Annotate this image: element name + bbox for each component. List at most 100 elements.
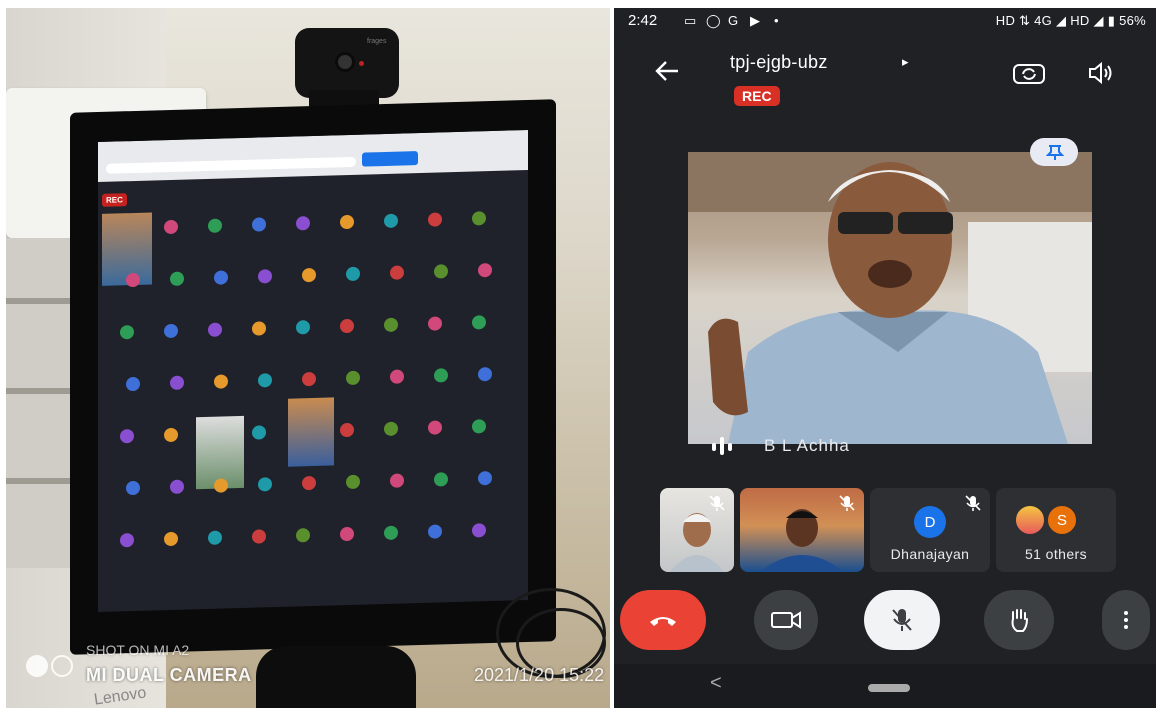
camera-icon xyxy=(771,611,801,629)
webcam-lens xyxy=(335,52,355,72)
monitor-screen: REC xyxy=(98,129,528,613)
speaker-icon[interactable] xyxy=(1086,60,1118,88)
participant-avatar-dot xyxy=(478,263,492,278)
participant-avatar-dot xyxy=(296,320,310,335)
participant-tile-dhanajayan[interactable]: D Dhanajayan xyxy=(870,488,990,572)
status-time: 2:42 xyxy=(628,12,658,29)
more-vert-icon xyxy=(1124,611,1128,629)
participant-avatar-dot xyxy=(170,271,184,286)
webcam-brand: frages xyxy=(367,38,387,45)
speaker-figure xyxy=(688,152,1092,444)
participant-avatar-dot xyxy=(302,475,316,491)
participant-avatar-dot xyxy=(214,270,228,285)
monitor-stand xyxy=(256,646,416,708)
webcam: frages xyxy=(295,28,399,98)
video-tile xyxy=(288,397,334,467)
main-speaker-video[interactable] xyxy=(688,152,1092,444)
participant-avatar-dot xyxy=(252,217,266,232)
participant-avatar-dot xyxy=(120,428,134,444)
participant-avatar-dot xyxy=(472,211,486,226)
rec-badge: REC xyxy=(734,86,780,106)
participant-avatar-dot xyxy=(258,269,272,284)
participant-avatar-dot xyxy=(252,529,266,544)
participant-avatar-dot xyxy=(478,367,492,382)
browser-bar xyxy=(98,129,528,183)
participant-avatar-dot xyxy=(472,315,486,330)
avatar: S xyxy=(1046,504,1078,536)
participant-avatar-dot xyxy=(164,323,178,339)
end-call-icon xyxy=(650,617,676,626)
nav-back-button[interactable]: < xyxy=(710,672,722,695)
video-notification-icon: ▭ xyxy=(684,13,697,28)
participant-avatar-dot xyxy=(164,531,178,547)
meeting-code[interactable]: tpj-ejgb-ubz xyxy=(730,52,828,73)
participant-avatar-dot xyxy=(472,419,486,434)
status-bar: 2:42 ▭ ◯ G ▶ • HD ⇅ 4G ◢ HD ◢ ▮ 56% xyxy=(614,8,1156,36)
participant-avatar-dot xyxy=(340,422,354,438)
raise-hand-button[interactable] xyxy=(984,590,1054,650)
participant-avatar-dot xyxy=(252,425,266,440)
camera-switch-icon[interactable] xyxy=(1012,60,1048,88)
android-nav-bar: < xyxy=(614,664,1156,708)
participant-avatar-dot xyxy=(390,369,404,384)
participant-avatar-dot xyxy=(340,214,354,230)
participant-avatar-dot xyxy=(434,368,448,383)
participant-avatar-dot xyxy=(296,216,310,231)
audio-bars-icon xyxy=(710,437,740,455)
tile-label: Dhanajayan xyxy=(890,546,970,562)
whatsapp-icon: ◯ xyxy=(706,13,721,28)
participant-avatar-dot xyxy=(390,473,404,488)
nav-home-pill[interactable] xyxy=(868,684,910,692)
participant-avatar-dot xyxy=(346,266,360,282)
participant-avatar-dot xyxy=(428,316,442,331)
mic-off-icon xyxy=(709,495,725,511)
participant-avatar-dot xyxy=(208,322,222,337)
participant-avatar-dot xyxy=(346,474,360,490)
participant-avatar-dot xyxy=(478,471,492,486)
more-options-button[interactable] xyxy=(1102,590,1150,650)
participant-avatar-dot xyxy=(120,324,134,340)
end-call-button[interactable] xyxy=(620,590,706,650)
participant-avatar-dot xyxy=(208,218,222,233)
watermark-line1: SHOT ON MI A2 xyxy=(86,642,190,658)
participant-avatar-dot xyxy=(428,524,442,539)
main-speaker-name: B L Achha xyxy=(764,436,850,455)
participant-tile[interactable] xyxy=(660,488,734,572)
status-indicators: HD ⇅ 4G ◢ HD ◢ ▮ 56% xyxy=(995,13,1146,28)
mic-off-icon xyxy=(965,495,981,511)
caret-icon[interactable]: ▸ xyxy=(902,54,909,70)
meet-phone-screen: 2:42 ▭ ◯ G ▶ • HD ⇅ 4G ◢ HD ◢ ▮ 56% tpj-… xyxy=(614,8,1156,708)
avatar: D xyxy=(914,506,946,538)
participant-avatar-dot xyxy=(302,267,316,283)
mic-button[interactable] xyxy=(864,590,940,650)
mic-off-icon xyxy=(839,495,855,511)
pin-icon[interactable] xyxy=(1030,138,1078,166)
participant-avatar-dot xyxy=(346,370,360,386)
participant-avatar-dot xyxy=(214,478,228,493)
participant-avatar-dot xyxy=(126,376,140,392)
participant-avatar-dot xyxy=(302,371,316,387)
youtube-icon: ▶ xyxy=(750,13,760,28)
participant-avatar-dot xyxy=(258,477,272,492)
participant-avatar-dot xyxy=(428,212,442,227)
participant-avatar-dot xyxy=(164,427,178,443)
dot-icon: • xyxy=(774,13,779,28)
participant-avatar-dot xyxy=(208,530,222,545)
google-icon: G xyxy=(728,13,739,28)
participant-avatar-dot xyxy=(472,523,486,538)
mic-off-icon xyxy=(892,609,912,631)
camera-watermark-icon xyxy=(51,655,73,677)
avatar xyxy=(1014,504,1046,536)
taskbar xyxy=(98,599,528,613)
monitor-photo: frages REC Lenovo SHOT ON MI A2 MI DUAL … xyxy=(6,8,610,708)
participant-avatar-dot xyxy=(214,374,228,389)
tile-label: 51 others xyxy=(1025,546,1087,562)
monitor: REC xyxy=(70,99,556,655)
participant-tile[interactable] xyxy=(740,488,864,572)
participant-avatar-dot xyxy=(296,528,310,543)
camera-button[interactable] xyxy=(754,590,818,650)
participant-avatar-dot xyxy=(428,420,442,435)
participant-tile-others[interactable]: S 51 others xyxy=(996,488,1116,572)
participant-avatar-dot xyxy=(164,219,178,235)
back-arrow-icon[interactable] xyxy=(654,58,680,89)
